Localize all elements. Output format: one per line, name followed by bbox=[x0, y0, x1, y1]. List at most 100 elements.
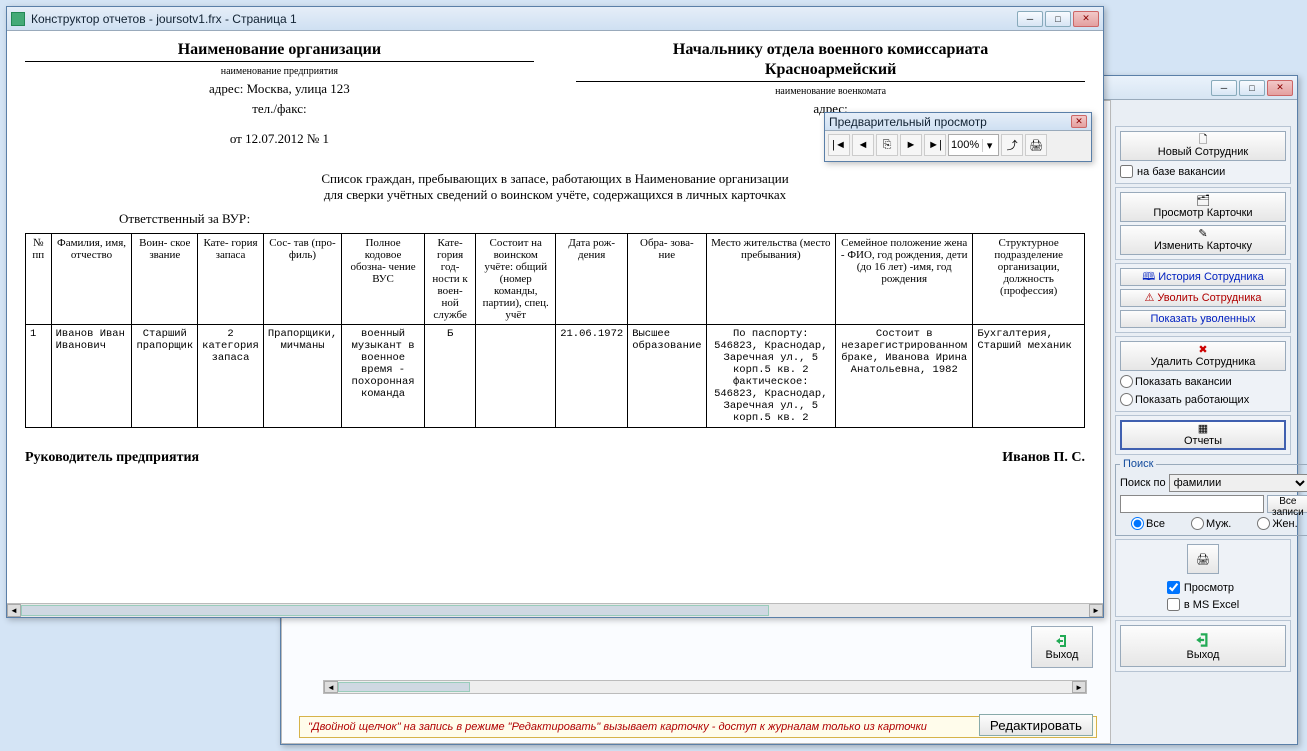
on-vacancy-checkbox[interactable] bbox=[1120, 165, 1133, 178]
next-page-button[interactable]: ► bbox=[900, 134, 922, 156]
scroll-thumb[interactable] bbox=[21, 605, 769, 616]
reports-label: Отчеты bbox=[1184, 435, 1222, 447]
bg-exit-label: Выход bbox=[1046, 649, 1079, 661]
new-employee-label: Новый Сотрудник bbox=[1158, 146, 1248, 158]
hint-bar: "Двойной щелчок" на запись в режиме "Ред… bbox=[299, 716, 1097, 738]
scroll-left-icon[interactable]: ◄ bbox=[7, 604, 21, 617]
bg-exit-button[interactable]: Выход bbox=[1031, 626, 1093, 668]
excel-chk-label: в MS Excel bbox=[1184, 599, 1239, 611]
print-preview-button[interactable]: 🖨 bbox=[1025, 134, 1047, 156]
print-button[interactable]: 🖨 bbox=[1187, 544, 1219, 574]
org-tel: тел./факс: bbox=[25, 101, 534, 117]
search-legend: Поиск bbox=[1120, 458, 1156, 470]
exit-button[interactable]: Выход bbox=[1120, 625, 1286, 667]
document-icon: 🗋 bbox=[1199, 135, 1208, 146]
reports-icon: ▦ bbox=[1198, 424, 1208, 435]
org-address: адрес: Москва, улица 123 bbox=[25, 81, 534, 97]
report-horizontal-scrollbar[interactable]: ◄ ► bbox=[7, 603, 1103, 617]
gender-male-radio[interactable] bbox=[1191, 517, 1204, 530]
fire-button[interactable]: ⚠ Уволить Сотрудника bbox=[1120, 289, 1286, 307]
goto-page-button[interactable]: ⎘ bbox=[876, 134, 898, 156]
card-edit-icon: ✎ bbox=[1198, 229, 1207, 240]
col-fio: Фамилия, имя, отчество bbox=[51, 234, 132, 325]
col-cat: Кате- гория запаса bbox=[198, 234, 264, 325]
report-window: Конструктор отчетов - joursotv1.frx - Ст… bbox=[6, 6, 1104, 618]
show-fired-label: Показать уволенных bbox=[1150, 313, 1255, 325]
col-dept: Структурное подразделение организации, д… bbox=[973, 234, 1085, 325]
maximize-button[interactable]: □ bbox=[1239, 80, 1265, 96]
on-vacancy-label: на базе вакансии bbox=[1137, 166, 1225, 178]
scroll-thumb[interactable] bbox=[338, 682, 470, 692]
delete-employee-button[interactable]: ✖ Удалить Сотрудника bbox=[1120, 341, 1286, 371]
scroll-left-icon[interactable]: ◄ bbox=[324, 681, 338, 693]
report-close-button[interactable]: ✕ bbox=[1073, 11, 1099, 27]
minimize-button[interactable]: ─ bbox=[1211, 80, 1237, 96]
exit-label: Выход bbox=[1187, 649, 1220, 661]
bg-horizontal-scrollbar[interactable]: ◄ ► bbox=[323, 680, 1087, 694]
org-date: от 12.07.2012 № 1 bbox=[25, 131, 534, 147]
edit-button[interactable]: Редактировать bbox=[979, 714, 1093, 736]
show-working-radio[interactable] bbox=[1120, 393, 1133, 406]
edit-card-button[interactable]: ✎ Изменить Карточку bbox=[1120, 225, 1286, 255]
recipient-name: Красноармейский bbox=[576, 61, 1085, 82]
history-label: История Сотрудника bbox=[1158, 271, 1264, 283]
scroll-right-icon[interactable]: ► bbox=[1089, 604, 1103, 617]
show-fired-button[interactable]: Показать уволенных bbox=[1120, 310, 1286, 328]
all-records-button[interactable]: Все записи bbox=[1267, 495, 1307, 513]
preview-toolbar: |◄ ◄ ⎘ ► ►| 100% ▾ ⤴ 🖨 bbox=[825, 131, 1091, 159]
history-icon: 🕮 bbox=[1142, 272, 1155, 283]
report-titlebar: Конструктор отчетов - joursotv1.frx - Ст… bbox=[7, 7, 1103, 31]
view-card-label: Просмотр Карточки bbox=[1153, 207, 1252, 219]
report-title: Конструктор отчетов - joursotv1.frx - Ст… bbox=[31, 12, 1017, 26]
col-fit: Кате- гория год- ности к воен- ной служб… bbox=[424, 234, 475, 325]
search-by-label: Поиск по bbox=[1120, 477, 1166, 489]
edit-card-label: Изменить Карточку bbox=[1154, 240, 1252, 252]
close-button[interactable]: ✕ bbox=[1267, 80, 1293, 96]
search-input[interactable] bbox=[1120, 495, 1264, 513]
sign-left: Руководитель предприятия bbox=[25, 450, 199, 466]
col-family: Семейное положение жена - ФИО, год рожде… bbox=[836, 234, 973, 325]
report-minimize-button[interactable]: ─ bbox=[1017, 11, 1043, 27]
org-heading: Наименование организации bbox=[25, 41, 534, 62]
close-preview-button[interactable]: ⤴ bbox=[1001, 134, 1023, 156]
prev-page-button[interactable]: ◄ bbox=[852, 134, 874, 156]
gender-female-radio[interactable] bbox=[1257, 517, 1270, 530]
preview-chk-label: Просмотр bbox=[1184, 582, 1234, 594]
preview-toolbar-window[interactable]: Предварительный просмотр ✕ |◄ ◄ ⎘ ► ►| 1… bbox=[824, 112, 1092, 162]
recipient-heading: Начальнику отдела военного комиссариата bbox=[576, 41, 1085, 61]
col-reg: Состоит на воинском учёте: общий (номер … bbox=[476, 234, 556, 325]
scroll-right-icon[interactable]: ► bbox=[1072, 681, 1086, 693]
body-line-2: для сверки учётных сведений о воинском у… bbox=[173, 187, 936, 203]
zoom-select[interactable]: 100% ▾ bbox=[948, 134, 999, 156]
reports-button[interactable]: ▦ Отчеты bbox=[1120, 420, 1286, 450]
preview-title: Предварительный просмотр bbox=[829, 115, 1071, 129]
gender-all-radio[interactable] bbox=[1131, 517, 1144, 530]
body-line-1: Список граждан, пребывающих в запасе, ра… bbox=[173, 171, 936, 187]
preview-checkbox[interactable] bbox=[1167, 581, 1180, 594]
delete-icon: ✖ bbox=[1198, 345, 1207, 356]
show-vacancies-label: Показать вакансии bbox=[1135, 376, 1232, 388]
preview-titlebar[interactable]: Предварительный просмотр ✕ bbox=[825, 113, 1091, 131]
side-panel: 🗋 Новый Сотрудник на базе вакансии 🗂 Про… bbox=[1113, 124, 1293, 740]
new-employee-button[interactable]: 🗋 Новый Сотрудник bbox=[1120, 131, 1286, 161]
report-maximize-button[interactable]: □ bbox=[1045, 11, 1071, 27]
recipient-note: наименование военкомата bbox=[576, 86, 1085, 97]
search-field-select[interactable]: фамилии bbox=[1169, 474, 1307, 492]
fire-label: Уволить Сотрудника bbox=[1157, 292, 1261, 304]
last-page-button[interactable]: ►| bbox=[924, 134, 946, 156]
org-note: наименование предприятия bbox=[25, 66, 534, 77]
app-icon bbox=[11, 12, 25, 26]
history-button[interactable]: 🕮 История Сотрудника bbox=[1120, 268, 1286, 286]
fire-icon: ⚠ bbox=[1144, 293, 1154, 304]
preview-close-button[interactable]: ✕ bbox=[1071, 115, 1087, 128]
view-card-button[interactable]: 🗂 Просмотр Карточки bbox=[1120, 192, 1286, 222]
chevron-down-icon[interactable]: ▾ bbox=[982, 139, 996, 152]
col-edu: Обра- зова- ние bbox=[628, 234, 706, 325]
col-num: № пп bbox=[26, 234, 52, 325]
excel-checkbox[interactable] bbox=[1167, 598, 1180, 611]
first-page-button[interactable]: |◄ bbox=[828, 134, 850, 156]
responsible-label: Ответственный за ВУР: bbox=[119, 211, 250, 226]
exit-icon bbox=[1194, 631, 1212, 649]
zoom-value: 100% bbox=[951, 139, 979, 151]
show-vacancies-radio[interactable] bbox=[1120, 375, 1133, 388]
